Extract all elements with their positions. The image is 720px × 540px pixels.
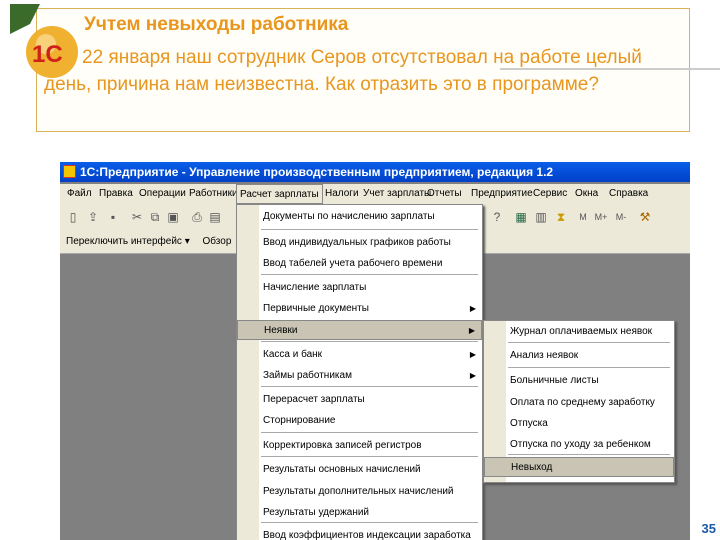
menu-service[interactable]: Сервис (530, 184, 570, 204)
menu-item-label: Результаты удержаний (263, 507, 370, 518)
submenu-arrow-icon: ▶ (469, 350, 476, 359)
submenu-item[interactable]: Журнал оплачиваемых неявок (484, 322, 674, 342)
tools-icon[interactable]: ⚒ (638, 210, 652, 224)
submenu-arrow-icon: ▶ (468, 326, 475, 335)
menu-edit[interactable]: Правка (96, 184, 136, 204)
open-icon[interactable]: ⇪ (86, 210, 100, 224)
app-icon (63, 165, 76, 178)
menu-separator (261, 341, 478, 342)
menu-file[interactable]: Файл (64, 184, 95, 204)
app-window: 1С:Предприятие - Управление производстве… (60, 162, 690, 540)
m-icon[interactable]: M (576, 210, 590, 224)
menu-item-label: Неявки (264, 325, 298, 336)
menu-item-label: Первичные документы (263, 303, 369, 314)
menu-item-label: Перерасчет зарплаты (263, 394, 365, 405)
menu-item-label: Журнал оплачиваемых неявок (510, 326, 653, 337)
menu-item-label: Отпуска по уходу за ребенком (510, 439, 651, 450)
menu-bar: Файл Правка Операции Работники Расчет за… (60, 184, 690, 204)
calendar-icon[interactable]: ▥ (534, 210, 548, 224)
menu-separator (261, 229, 478, 230)
slide-question: 22 января наш сотрудник Серов отсутствов… (44, 47, 642, 95)
menu-item[interactable]: Документы по начислению зарплаты (237, 207, 482, 227)
copy-icon[interactable]: ⧉ (148, 210, 162, 224)
hourglass-icon[interactable]: ⧗ (554, 210, 568, 224)
paste-icon[interactable]: ▣ (166, 210, 180, 224)
submenu-item[interactable]: Анализ неявок (484, 346, 674, 366)
m-minus-icon[interactable]: M- (614, 210, 628, 224)
menu-item[interactable]: Первичные документы ▶ (237, 299, 482, 319)
menu-item[interactable]: Перерасчет зарплаты (237, 390, 482, 410)
menu-item-label: Ввод табелей учета рабочего времени (263, 258, 443, 269)
new-icon[interactable]: ▯ (66, 210, 80, 224)
menu-separator (508, 342, 670, 343)
calculator-icon[interactable]: ▦ (514, 210, 528, 224)
menu-item[interactable]: Займы работникам ▶ (237, 366, 482, 386)
menu-workers[interactable]: Работники (186, 184, 241, 204)
menu-taxes[interactable]: Налоги (322, 184, 362, 204)
menu-item-label: Невыход (511, 462, 553, 473)
menu-item[interactable]: Ввод табелей учета рабочего времени (237, 254, 482, 274)
menu-separator (261, 522, 478, 523)
menu-item-label: Больничные листы (510, 375, 599, 386)
menu-item-label: Отпуска (510, 418, 548, 429)
help-icon[interactable]: ? (490, 210, 504, 224)
submenu-item[interactable]: Больничные листы (484, 371, 674, 391)
menu-item[interactable]: Ввод индивидуальных графиков работы (237, 233, 482, 253)
payroll-dropdown-menu: Документы по начислению зарплаты Ввод инд… (236, 204, 483, 540)
menu-reports[interactable]: Отчеты (424, 184, 465, 204)
submenu-item[interactable]: Отпуска по уходу за ребенком (484, 435, 674, 455)
menu-item-label: Ввод коэффициентов индексации заработка (263, 530, 471, 540)
menu-item[interactable]: Сторнирование (237, 411, 482, 431)
submenu-arrow-icon: ▶ (469, 371, 476, 380)
menu-item-label: Займы работникам (263, 370, 352, 381)
submenu-item[interactable]: Невыход (484, 457, 674, 477)
menu-separator (261, 456, 478, 457)
menu-item-label: Оплата по среднему заработку (510, 397, 655, 408)
slide-title: Учтем невыходы работника (84, 14, 349, 35)
switch-interface-button[interactable]: Переключить интерфейс ▾ (66, 236, 190, 247)
menu-separator (508, 367, 670, 368)
menu-item[interactable]: Корректировка записей регистров (237, 436, 482, 456)
absences-submenu: Журнал оплачиваемых неявок Анализ неявок Б… (483, 320, 675, 483)
menu-item-label: Начисление зарплаты (263, 282, 367, 293)
menu-separator (261, 274, 478, 275)
print-icon[interactable]: ⎙ (190, 210, 204, 224)
menu-item[interactable]: Результаты дополнительных начислений (237, 482, 482, 502)
title-bar: 1С:Предприятие - Управление производстве… (60, 162, 690, 182)
submenu-item[interactable]: Отпуска (484, 414, 674, 434)
menu-item-label: Сторнирование (263, 415, 336, 426)
menu-item-label: Анализ неявок (510, 350, 579, 361)
menu-item[interactable]: Ввод коэффициентов индексации заработка (237, 526, 482, 540)
menu-separator (261, 386, 478, 387)
menu-separator (261, 432, 478, 433)
menu-separator (508, 454, 670, 455)
submenu-item[interactable]: Оплата по среднему заработку (484, 393, 674, 413)
menu-operations[interactable]: Операции (136, 184, 189, 204)
preview-icon[interactable]: ▤ (208, 210, 222, 224)
menu-enterprise[interactable]: Предприятие (468, 184, 536, 204)
menu-item-label: Документы по начислению зарплаты (263, 211, 435, 222)
menu-item[interactable]: Результаты основных начислений (237, 460, 482, 480)
menu-item-label: Касса и банк (263, 349, 323, 360)
page-number: 35 (701, 521, 716, 536)
m-plus-icon[interactable]: M+ (594, 210, 608, 224)
menu-item-label: Результаты основных начислений (263, 464, 421, 475)
submenu-arrow-icon: ▶ (469, 304, 476, 313)
menu-item-label: Корректировка записей регистров (263, 440, 422, 451)
menu-item[interactable]: Касса и банк ▶ (237, 345, 482, 365)
cut-icon[interactable]: ✂ (130, 210, 144, 224)
window-title: 1С:Предприятие - Управление производстве… (80, 165, 554, 179)
menu-item-label: Ввод индивидуальных графиков работы (263, 237, 451, 248)
menu-windows[interactable]: Окна (572, 184, 601, 204)
menu-help[interactable]: Справка (606, 184, 651, 204)
overview-button[interactable]: Обзор (203, 236, 232, 247)
menu-item[interactable]: Неявки ▶ (237, 320, 482, 340)
menu-item-label: Результаты дополнительных начислений (263, 486, 454, 497)
save-icon[interactable]: ▪ (106, 210, 120, 224)
menu-payroll[interactable]: Расчет зарплаты (236, 184, 323, 204)
menu-item[interactable]: Результаты удержаний (237, 503, 482, 523)
menu-item[interactable]: Начисление зарплаты (237, 278, 482, 298)
